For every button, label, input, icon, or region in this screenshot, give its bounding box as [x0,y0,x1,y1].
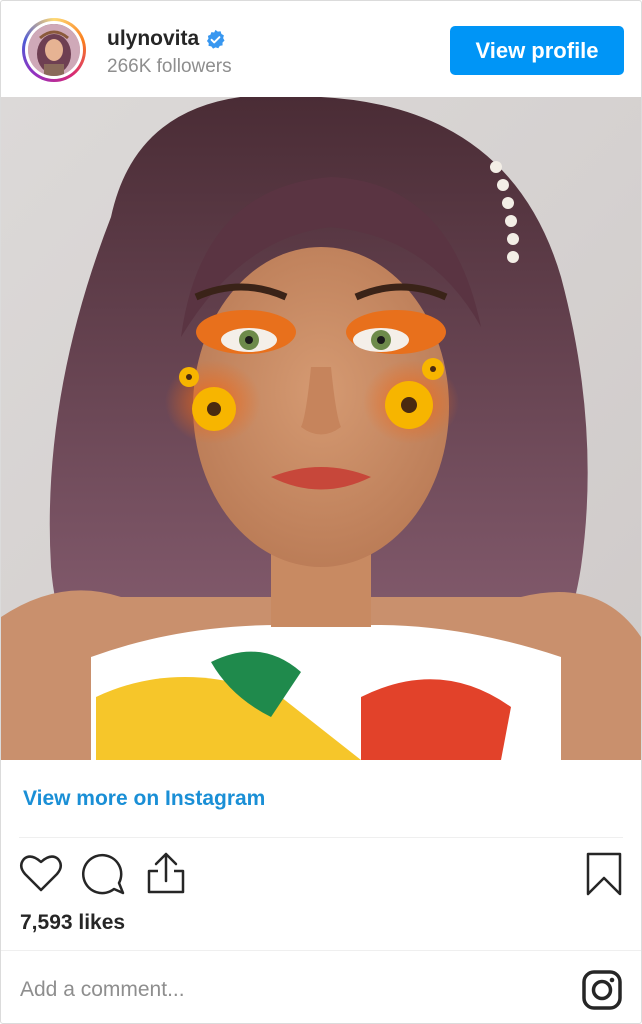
comment-input[interactable]: Add a comment... [20,978,185,1002]
comment-bubble-icon[interactable] [81,852,125,896]
post-header: ulynovita 266K followers View profile [1,1,641,97]
view-more-on-instagram-link[interactable]: View more on Instagram [23,787,265,811]
instagram-logo-icon[interactable] [581,969,623,1011]
view-profile-button[interactable]: View profile [450,26,624,75]
instagram-embed-card: ulynovita 266K followers View profile Vi… [0,0,642,1024]
avatar[interactable] [28,24,80,76]
divider [19,837,623,838]
divider [1,950,641,951]
follower-count: 266K followers [107,56,232,77]
verified-badge-icon [207,29,225,49]
like-count[interactable]: 7,593 likes [20,911,125,935]
share-upload-icon[interactable] [145,851,187,895]
username[interactable]: ulynovita [107,27,199,51]
avatar-story-ring[interactable] [22,18,86,82]
heart-icon[interactable] [19,853,63,893]
action-bar [1,849,641,897]
bookmark-icon[interactable] [585,851,623,897]
post-image[interactable] [1,97,641,760]
